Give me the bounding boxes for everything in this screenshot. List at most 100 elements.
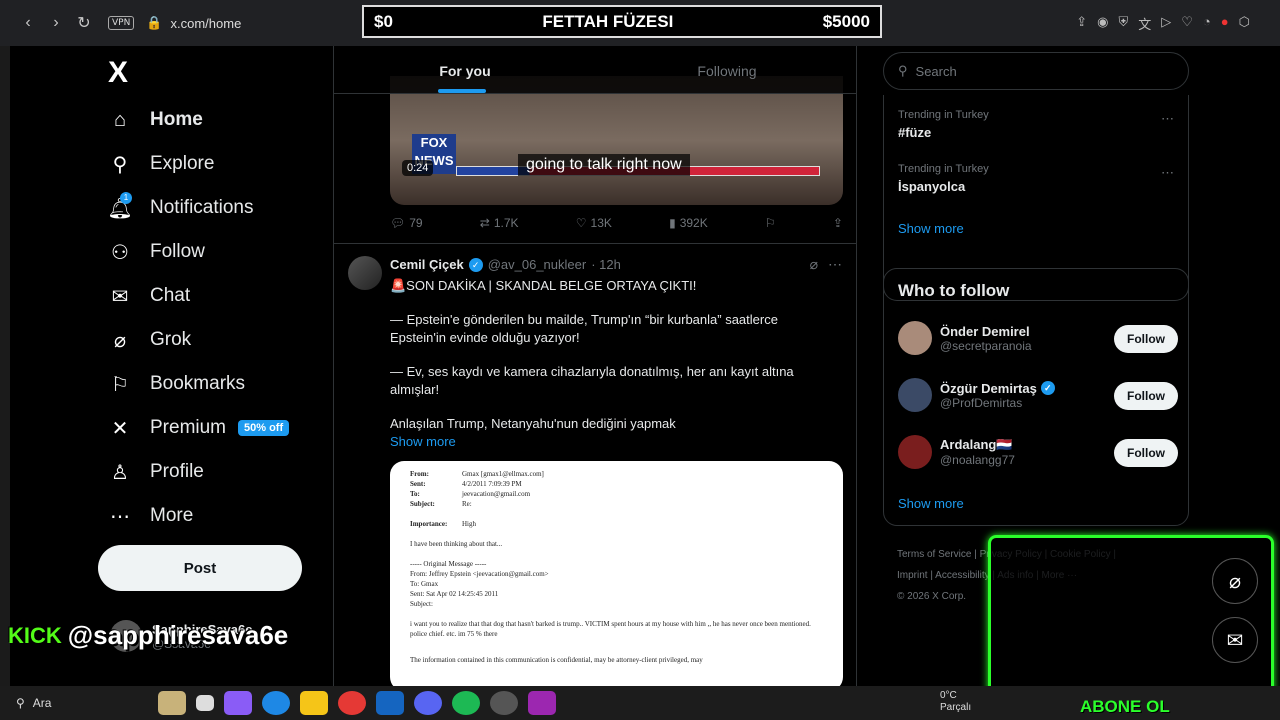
trend-title: İspanyolca bbox=[898, 179, 966, 194]
tweet-author-name[interactable]: Cemil Çiçek bbox=[390, 257, 464, 272]
video-duration: 0:24 bbox=[402, 160, 434, 176]
grok-icon[interactable]: ⌀ bbox=[810, 256, 818, 273]
tweet-text: 🚨SON DAKİKA | SKANDAL BELGE ORTAYA ÇIKTI… bbox=[390, 277, 830, 451]
taskbar-search[interactable]: ⚲ Ara bbox=[8, 689, 148, 717]
spotify-icon[interactable] bbox=[452, 691, 480, 715]
goal-title: FETTAH FÜZESI bbox=[542, 11, 674, 31]
mail-icon[interactable]: ✉ bbox=[1212, 617, 1258, 663]
email-label: Subject: bbox=[410, 500, 435, 508]
discord-icon[interactable] bbox=[414, 691, 442, 715]
tweet-author-handle[interactable]: @av_06_nukleer bbox=[488, 257, 586, 272]
app-icon[interactable] bbox=[528, 691, 556, 715]
bookmark-button[interactable]: ⚐ bbox=[765, 216, 776, 230]
follow-suggestion[interactable]: Önder Demirel @secretparanoia Follow bbox=[898, 321, 1178, 355]
tweet-options: ⌀ ⋯ bbox=[810, 256, 842, 273]
home-icon: ⌂ bbox=[113, 108, 127, 131]
search-input[interactable]: ⚲ Search bbox=[883, 52, 1189, 90]
nav-label: Profile bbox=[150, 461, 204, 482]
vpn-badge[interactable]: VPN bbox=[108, 16, 135, 30]
nav-chat[interactable]: ✉ Chat bbox=[108, 284, 191, 308]
nav-label: Home bbox=[150, 109, 203, 130]
search-placeholder: Search bbox=[915, 63, 957, 79]
follow-suggestion[interactable]: Ardalang🇳🇱 @noalangg77 Follow bbox=[898, 435, 1178, 469]
nav-premium[interactable]: ✕ Premium 50% off bbox=[108, 416, 290, 440]
x-logo-icon[interactable]: X bbox=[108, 56, 128, 90]
email-line: Sent: Sat Apr 02 14:25:45 2011 bbox=[410, 590, 499, 598]
camera-icon[interactable]: ◉ bbox=[1097, 14, 1108, 33]
address-bar[interactable]: 🔒 x.com/home bbox=[146, 15, 241, 31]
nav-label: More bbox=[150, 505, 194, 526]
edge-icon[interactable] bbox=[262, 691, 290, 715]
video-caption: going to talk right now bbox=[518, 154, 690, 176]
copilot-icon[interactable] bbox=[224, 691, 252, 715]
translate-icon[interactable]: 文 bbox=[1138, 14, 1151, 33]
more-options-icon[interactable]: ⋯ bbox=[1161, 111, 1174, 127]
taskbar-search-label: Ara bbox=[32, 696, 52, 710]
person-add-icon: ⚇ bbox=[111, 241, 129, 264]
like-button[interactable]: ♡ 13K bbox=[576, 216, 612, 230]
play-icon[interactable]: ▷ bbox=[1161, 14, 1171, 33]
widgets-icon[interactable] bbox=[158, 691, 186, 715]
tweet-line: — Epstein'e gönderilen bu mailde, Trump'… bbox=[390, 312, 778, 345]
back-icon[interactable]: ‹ bbox=[14, 9, 42, 37]
nav-profile[interactable]: ♙ Profile bbox=[108, 460, 204, 484]
reload-icon[interactable]: ↻ bbox=[70, 9, 98, 37]
nav-more[interactable]: ⋯ More bbox=[108, 504, 193, 528]
views-button[interactable]: ▮ 392K bbox=[669, 216, 708, 230]
weather-widget[interactable]: 0°C Parçalı bbox=[940, 690, 971, 714]
search-icon: ⚲ bbox=[16, 696, 25, 710]
subscribe-overlay: ABONE OL bbox=[1080, 697, 1170, 716]
show-more-link[interactable]: Show more bbox=[390, 433, 830, 451]
nav-notifications[interactable]: 🔔︎ 1 Notifications bbox=[107, 192, 254, 220]
opera-icon[interactable] bbox=[338, 691, 366, 715]
bookmark-icon: ⚐ bbox=[764, 216, 776, 230]
trends-show-more[interactable]: Show more bbox=[898, 221, 964, 236]
email-body: i want you to realize that that dog that… bbox=[410, 620, 811, 638]
kick-overlay: KICK @sapphiresava6e bbox=[8, 620, 288, 651]
video-player[interactable]: FOX NEWS 0:24 going to talk right now bbox=[390, 76, 843, 205]
suggestion-name: Özgür Demirtaş ✓ bbox=[940, 381, 1055, 396]
task-view-icon[interactable] bbox=[196, 695, 214, 711]
more-options-icon[interactable]: ⋯ bbox=[1161, 165, 1174, 181]
follow-button[interactable]: Follow bbox=[1114, 439, 1178, 467]
folder-icon[interactable] bbox=[300, 691, 328, 715]
reply-button[interactable]: 💬︎ 79 bbox=[390, 216, 423, 230]
who-to-follow-show-more[interactable]: Show more bbox=[898, 496, 964, 511]
mail-app-icon[interactable] bbox=[376, 691, 404, 715]
obs-icon[interactable] bbox=[490, 691, 518, 715]
post-button[interactable]: Post bbox=[98, 545, 302, 591]
follow-button[interactable]: Follow bbox=[1114, 382, 1178, 410]
nav-home[interactable]: ⌂ Home bbox=[108, 108, 203, 132]
follow-button[interactable]: Follow bbox=[1114, 325, 1178, 353]
trend-item[interactable]: Trending in Turkey İspanyolca bbox=[898, 163, 989, 194]
search-icon: ⚲ bbox=[898, 63, 908, 78]
share-button[interactable]: ⇪ bbox=[833, 216, 843, 230]
tweet-image-email[interactable]: From: Gmax [gmax1@ellmax.com] Sent: 4/2/20… bbox=[390, 461, 843, 686]
nav-grok[interactable]: ⌀ Grok bbox=[108, 328, 191, 352]
nav-bookmarks[interactable]: ⚐ Bookmarks bbox=[108, 372, 245, 396]
reply-icon: 💬︎ bbox=[390, 216, 406, 230]
grok-icon[interactable]: ⌀ bbox=[1212, 558, 1258, 604]
trend-item[interactable]: Trending in Turkey #füze bbox=[898, 109, 989, 140]
profile-icon[interactable]: ◔ bbox=[1203, 14, 1211, 33]
nav-explore[interactable]: ⚲ Explore bbox=[108, 152, 215, 176]
shield-icon[interactable]: ⛨ bbox=[1118, 14, 1128, 33]
tab-for-you[interactable]: For you bbox=[334, 46, 596, 93]
record-icon[interactable]: ● bbox=[1221, 14, 1229, 33]
follow-suggestion[interactable]: Özgür Demirtaş ✓ @ProfDemirtas Follow bbox=[898, 378, 1178, 412]
nav-label: Follow bbox=[150, 241, 205, 262]
repost-count: 1.7K bbox=[493, 216, 519, 230]
share-icon[interactable]: ⇪ bbox=[1076, 14, 1087, 33]
forward-icon[interactable]: › bbox=[42, 9, 70, 37]
nav-follow[interactable]: ⚇ Follow bbox=[108, 240, 205, 264]
avatar[interactable] bbox=[348, 256, 382, 290]
tab-following[interactable]: Following bbox=[596, 46, 856, 93]
weather-temp: 0°C bbox=[940, 690, 957, 701]
tweet-line: — Ev, ses kaydı ve kamera cihazlarıyla d… bbox=[390, 364, 794, 397]
cube-icon[interactable]: ⬡ bbox=[1239, 14, 1250, 33]
suggestion-handle: @ProfDemirtas bbox=[940, 395, 1023, 410]
repost-button[interactable]: ⇄ 1.7K bbox=[480, 216, 519, 230]
more-options-icon[interactable]: ⋯ bbox=[828, 256, 842, 273]
tweet-time[interactable]: · 12h bbox=[591, 257, 621, 272]
heart-icon[interactable]: ♡ bbox=[1181, 14, 1193, 33]
